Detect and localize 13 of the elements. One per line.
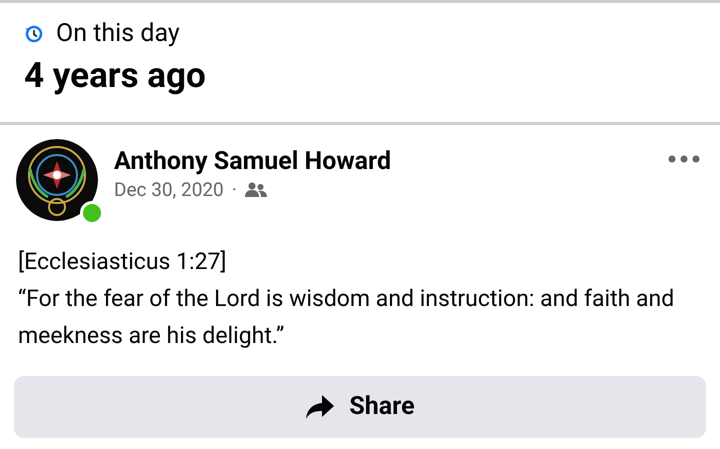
share-arrow-icon: [305, 394, 336, 420]
friends-icon: [244, 182, 267, 198]
more-options-button[interactable]: [666, 153, 702, 165]
post-text: [Ecclesiasticus 1:27]: [18, 247, 228, 277]
author-name[interactable]: Anthony Samuel Howard: [114, 147, 666, 177]
post-date[interactable]: Dec 30, 2020: [114, 177, 224, 203]
history-clock-icon: [24, 24, 44, 44]
years-ago-title: 4 years ago: [24, 55, 207, 97]
separator-dot: ·: [232, 177, 237, 203]
on-this-day-label: On this day: [56, 19, 180, 49]
post-text: “For the fear of the Lord is wisdom and instruction: and faith and meekness are his delight.”: [18, 284, 676, 351]
more-icon: [668, 155, 700, 163]
share-button[interactable]: Share: [14, 376, 706, 438]
